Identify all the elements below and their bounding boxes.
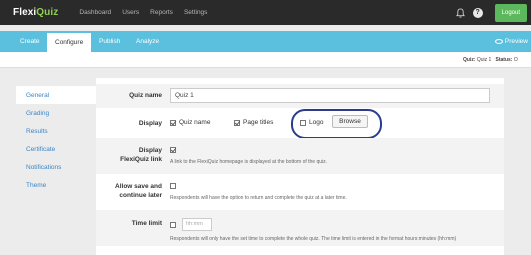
quiz-subnav: Create Configure Publish Analyze Preview	[0, 31, 531, 52]
quiz-info-text: Quiz: Quiz 1 Status: O	[463, 57, 518, 63]
nav-users[interactable]: Users	[122, 9, 139, 16]
display-page-titles-text: Page titles	[243, 119, 274, 126]
display-link-checkbox[interactable]	[170, 147, 176, 153]
help-icon[interactable]: ?	[472, 7, 483, 18]
save-continue-label-line2: continue later	[119, 192, 162, 199]
nav-settings[interactable]: Settings	[184, 9, 208, 16]
display-quiz-name-option[interactable]: Quiz name	[170, 119, 210, 126]
display-logo-option[interactable]: Logo	[300, 119, 323, 126]
quiz-value: Quiz 1	[476, 57, 492, 63]
display-link-help: A link to the FlexiQuiz homepage is disp…	[170, 159, 328, 165]
flexiquiz-logo[interactable]: FlexiQuiz	[13, 7, 58, 18]
logo-prefix: Flexi	[13, 7, 37, 18]
nav-dashboard[interactable]: Dashboard	[79, 9, 111, 16]
tab-configure[interactable]: Configure	[47, 33, 92, 52]
sidebar-item-grading[interactable]: Grading	[16, 104, 96, 122]
save-continue-row: Allow save and continue later Respondent…	[96, 174, 504, 210]
display-link-label-line1: Display	[138, 147, 162, 154]
time-limit-help: Respondents will only have the set time …	[170, 236, 457, 242]
browse-button[interactable]: Browse	[332, 115, 368, 128]
time-limit-label: Time limit	[131, 220, 162, 227]
tab-publish[interactable]: Publish	[99, 31, 120, 52]
sidebar-item-theme[interactable]: Theme	[16, 176, 96, 194]
save-continue-checkbox[interactable]	[170, 183, 176, 189]
sidebar-item-results[interactable]: Results	[16, 122, 96, 140]
quiz-info-bar: Quiz: Quiz 1 Status: O	[0, 52, 531, 68]
display-row: Display Quiz name Page titles Logo Brows…	[96, 108, 504, 138]
main-nav: Dashboard Users Reports Settings	[68, 9, 207, 16]
logo-suffix: Quiz	[36, 7, 59, 18]
save-continue-label: Allow save and continue later	[96, 182, 162, 200]
preview-label: Preview	[504, 38, 528, 45]
save-continue-help: Respondents will have the option to retu…	[170, 195, 347, 201]
tab-analyze[interactable]: Analyze	[136, 31, 159, 52]
display-link-label-line2: FlexiQuiz link	[120, 156, 162, 163]
quiz-name-row: Quiz name Quiz 1	[96, 84, 504, 108]
sidebar-item-general[interactable]: General	[16, 86, 96, 104]
status-label: Status:	[495, 57, 513, 63]
status-value: O	[513, 57, 518, 63]
display-label: Display	[138, 120, 162, 127]
display-quiz-name-checkbox[interactable]	[170, 119, 176, 126]
logout-button[interactable]: Logout	[494, 3, 527, 22]
top-navbar: FlexiQuiz Dashboard Users Reports Settin…	[0, 0, 531, 25]
time-limit-row: Time limit hh:mm Respondents will only h…	[96, 210, 504, 246]
display-page-titles-checkbox[interactable]	[234, 119, 240, 126]
quiz-label: Quiz:	[463, 57, 476, 63]
eye-icon	[494, 39, 503, 44]
display-link-row: Display FlexiQuiz link A link to the Fle…	[96, 138, 504, 174]
display-page-titles-option[interactable]: Page titles	[234, 119, 273, 126]
sidebar-item-notifications[interactable]: Notifications	[16, 158, 96, 176]
tab-create[interactable]: Create	[20, 31, 40, 52]
time-limit-input[interactable]: hh:mm	[182, 218, 212, 231]
time-limit-checkbox[interactable]	[170, 222, 176, 228]
settings-sidebar: General Grading Results Certificate Noti…	[16, 86, 96, 194]
display-logo-checkbox[interactable]	[300, 119, 306, 126]
nav-reports[interactable]: Reports	[150, 9, 173, 16]
quiz-name-label: Quiz name	[129, 92, 162, 99]
display-link-label: Display FlexiQuiz link	[96, 146, 162, 164]
quiz-name-input[interactable]: Quiz 1	[170, 88, 490, 103]
preview-link[interactable]: Preview	[494, 31, 528, 52]
bell-icon[interactable]	[455, 7, 465, 18]
display-logo-text: Logo	[309, 119, 324, 126]
sidebar-item-certificate[interactable]: Certificate	[16, 140, 96, 158]
display-quiz-name-text: Quiz name	[179, 119, 211, 126]
save-continue-label-line1: Allow save and	[115, 183, 162, 190]
